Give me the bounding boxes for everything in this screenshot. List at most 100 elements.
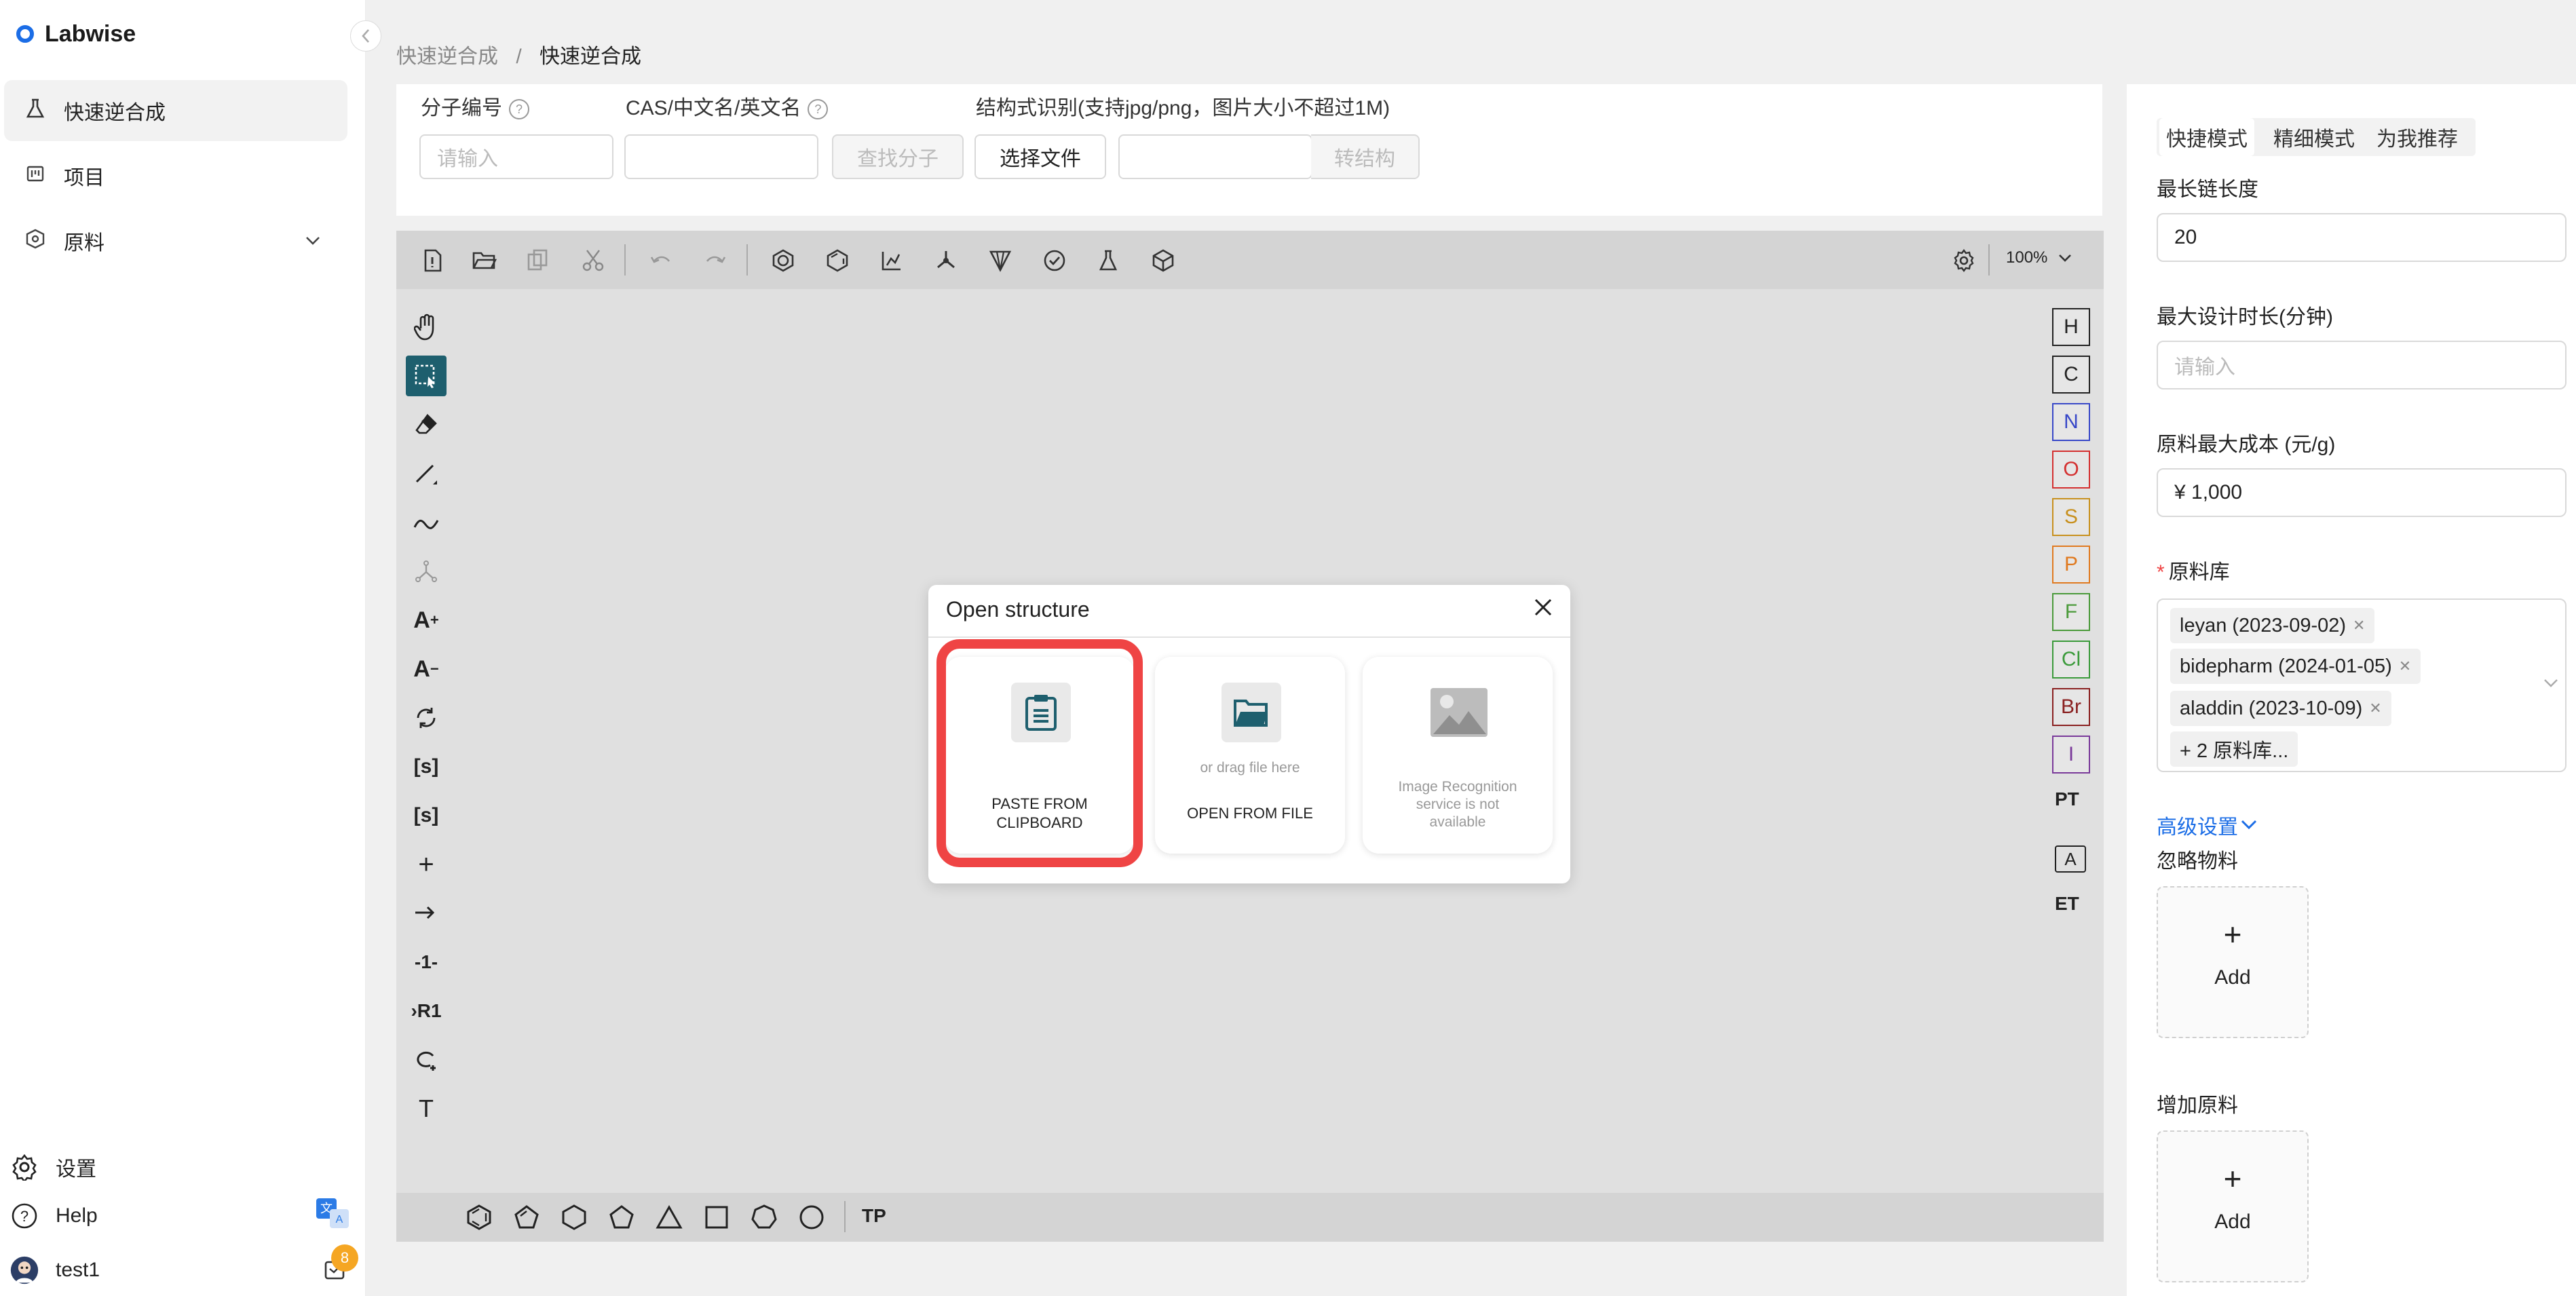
single-bond-icon[interactable]: [406, 453, 447, 494]
calculate-cip-icon[interactable]: [984, 244, 1017, 277]
close-icon[interactable]: ✕: [2369, 700, 2381, 717]
undo-icon[interactable]: [645, 244, 677, 277]
sidebar-item-projects[interactable]: 项目: [4, 145, 347, 206]
atom-i-button[interactable]: I: [2052, 736, 2090, 774]
benzene-icon[interactable]: [463, 1201, 495, 1234]
cut-icon[interactable]: [577, 244, 609, 277]
r-group-icon[interactable]: ›R1: [406, 991, 447, 1031]
help-circle-icon[interactable]: ?: [509, 99, 529, 120]
structure-recognition-label: 结构式识别(支持jpg/png，图片大小不超过1M): [976, 97, 1390, 119]
extended-table-button[interactable]: ET: [2055, 893, 2079, 915]
redo-icon[interactable]: [699, 244, 732, 277]
close-icon[interactable]: ✕: [2399, 657, 2411, 675]
new-document-icon[interactable]: [417, 244, 449, 277]
ignore-materials-add-button[interactable]: + Add: [2157, 886, 2309, 1038]
sgroup-icon[interactable]: [s]: [406, 746, 447, 787]
help-circle-icon[interactable]: ?: [808, 99, 829, 120]
breadcrumb-parent[interactable]: 快速逆合成: [396, 45, 498, 68]
cyclopentadiene-icon[interactable]: [510, 1201, 543, 1234]
advanced-settings-toggle[interactable]: 高级设置: [2157, 810, 2257, 840]
convert-structure-button[interactable]: 转结构: [1311, 134, 1420, 179]
atom-s-button[interactable]: S: [2052, 498, 2090, 536]
dialog-divider: [928, 636, 1570, 638]
chevron-left-icon: [362, 29, 369, 43]
templates-button[interactable]: TP: [862, 1205, 886, 1227]
add-icon[interactable]: +: [406, 844, 447, 885]
name-input[interactable]: [624, 134, 818, 179]
clean-up-icon[interactable]: [930, 244, 962, 277]
reaction-mapping-icon[interactable]: -1-: [406, 942, 447, 983]
user-profile[interactable]: test1: [10, 1250, 100, 1291]
atom-cl-button[interactable]: Cl: [2052, 641, 2090, 679]
open-from-file-option[interactable]: or drag file here OPEN FROM FILE: [1155, 657, 1345, 854]
atom-c-button[interactable]: C: [2052, 356, 2090, 394]
atom-f-button[interactable]: F: [2052, 593, 2090, 631]
rotate-icon[interactable]: [406, 698, 447, 738]
cyclopropane-icon[interactable]: [653, 1201, 685, 1234]
max-chain-input[interactable]: 20: [2157, 213, 2566, 262]
atom-br-button[interactable]: Br: [2052, 688, 2090, 726]
charge-plus-icon[interactable]: [406, 551, 447, 592]
svg-text:A: A: [336, 1214, 343, 1225]
zoom-select[interactable]: 100%: [2006, 248, 2072, 267]
3d-viewer-icon[interactable]: [1147, 244, 1179, 277]
close-icon[interactable]: [1532, 594, 1554, 625]
collapse-sidebar-button[interactable]: [350, 20, 381, 52]
select-rectangle-icon[interactable]: [406, 356, 447, 396]
app-logo[interactable]: Labwise: [16, 15, 136, 53]
chain-icon[interactable]: [406, 502, 447, 543]
text-tool-icon[interactable]: T: [406, 1088, 447, 1129]
charge-minus-text-icon[interactable]: A −: [406, 649, 447, 689]
zoom-value: 100%: [2006, 248, 2048, 267]
any-atom-icon[interactable]: A: [2055, 845, 2086, 873]
chevron-down-icon[interactable]: [305, 232, 320, 250]
library-more-tag[interactable]: + 2 原料库...: [2170, 731, 2298, 767]
language-switch-icon[interactable]: 文A: [315, 1197, 350, 1230]
choose-file-button[interactable]: 选择文件: [974, 134, 1106, 179]
cyclopentane-icon[interactable]: [605, 1201, 638, 1234]
sidebar-item-quick-retrosynthesis[interactable]: 快速逆合成: [4, 80, 347, 141]
check-structure-icon[interactable]: [1038, 244, 1071, 277]
analyse-icon[interactable]: [1093, 244, 1125, 277]
settings-link[interactable]: 设置: [10, 1147, 96, 1187]
mode-recommend-tab[interactable]: 为我推荐: [2370, 118, 2465, 156]
sgroup-variant-icon[interactable]: [s]: [406, 795, 447, 836]
reaction-arrow-icon[interactable]: [406, 893, 447, 934]
shape-icon[interactable]: [406, 1040, 447, 1080]
max-time-label: 最大设计时长(分钟): [2157, 306, 2333, 328]
atom-p-button[interactable]: P: [2052, 546, 2090, 584]
hand-icon[interactable]: [406, 307, 447, 347]
cycloheptane-icon[interactable]: [748, 1201, 780, 1234]
cyclooctane-icon[interactable]: [795, 1201, 828, 1234]
mode-fine-tab[interactable]: 精细模式: [2267, 118, 2362, 156]
dearomatize-icon[interactable]: [821, 244, 854, 277]
max-chain-label: 最长链长度: [2157, 178, 2258, 201]
atom-h-button[interactable]: H: [2052, 308, 2090, 346]
file-name-input[interactable]: [1118, 134, 1312, 179]
cyclobutane-icon[interactable]: [700, 1201, 733, 1234]
open-folder-icon[interactable]: [468, 244, 501, 277]
max-cost-input[interactable]: ¥ 1,000: [2157, 468, 2566, 517]
mode-quick-tab[interactable]: 快捷模式: [2159, 118, 2254, 156]
layout-icon[interactable]: [875, 244, 908, 277]
atom-o-button[interactable]: O: [2052, 451, 2090, 489]
material-library-select[interactable]: leyan (2023-09-02) ✕ bidepharm (2024-01-0…: [2157, 598, 2566, 772]
aromatize-icon[interactable]: [767, 244, 799, 277]
sidebar: Labwise 快速逆合成 项目 原料 设置 ? Help 文A test1 8: [0, 0, 366, 1296]
charge-plus-text-icon[interactable]: A +: [406, 600, 447, 641]
sidebar-item-materials[interactable]: 原料: [4, 210, 347, 271]
image-recognition-option: Image Recognition service is not availab…: [1363, 657, 1553, 854]
periodic-table-button[interactable]: PT: [2055, 788, 2079, 810]
help-link[interactable]: ? Help: [10, 1196, 98, 1236]
add-material-button[interactable]: + Add: [2157, 1130, 2309, 1282]
cyclohexane-icon[interactable]: [558, 1201, 590, 1234]
copy-icon[interactable]: [523, 244, 555, 277]
molecule-id-label: 分子编号?: [421, 91, 529, 121]
find-molecule-button[interactable]: 查找分子: [832, 134, 964, 179]
close-icon[interactable]: ✕: [2353, 617, 2365, 634]
settings-gear-icon[interactable]: [1948, 244, 1980, 277]
molecule-id-input[interactable]: 请输入: [419, 134, 613, 179]
eraser-icon[interactable]: [406, 404, 447, 445]
atom-n-button[interactable]: N: [2052, 403, 2090, 441]
max-time-input[interactable]: 请输入: [2157, 341, 2566, 389]
